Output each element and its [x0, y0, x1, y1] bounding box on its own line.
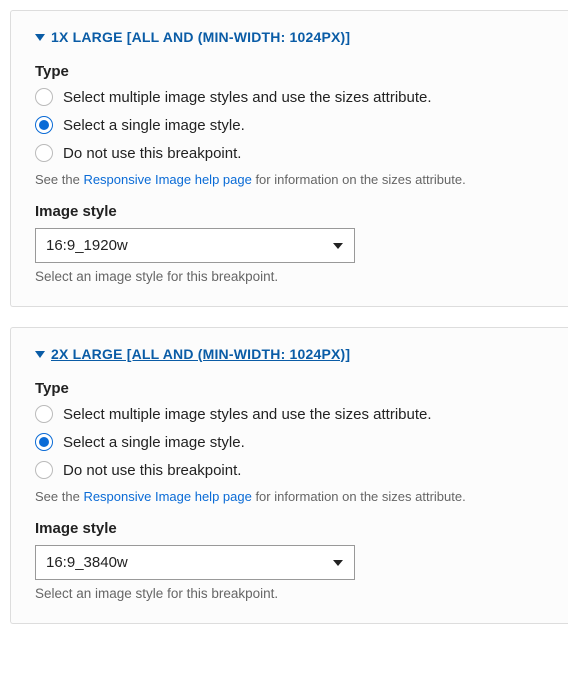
radio-label: Select multiple image styles and use the…	[63, 89, 432, 106]
radio-label: Select a single image style.	[63, 434, 245, 451]
breakpoint-panel-2x: 2X LARGE [ALL AND (MIN-WIDTH: 1024PX)] T…	[10, 327, 568, 624]
panel-header-2x[interactable]: 2X LARGE [ALL AND (MIN-WIDTH: 1024PX)]	[35, 346, 544, 362]
radio-label: Select multiple image styles and use the…	[63, 406, 432, 423]
image-style-label: Image style	[35, 520, 544, 537]
disclosure-triangle-icon	[35, 351, 45, 358]
radio-single-style[interactable]: Select a single image style.	[35, 433, 544, 451]
image-style-select[interactable]: 16:9_1920w	[35, 228, 355, 263]
radio-icon	[35, 461, 53, 479]
disclosure-triangle-icon	[35, 34, 45, 41]
radio-icon	[35, 405, 53, 423]
radio-icon	[35, 88, 53, 106]
panel-title: 1X LARGE [ALL AND (MIN-WIDTH: 1024PX)]	[51, 29, 350, 45]
radio-label: Select a single image style.	[63, 117, 245, 134]
image-style-select-wrap: 16:9_3840w	[35, 545, 355, 580]
radio-icon	[35, 433, 53, 451]
help-text: See the Responsive Image help page for i…	[35, 489, 544, 504]
radio-label: Do not use this breakpoint.	[63, 462, 241, 479]
help-link[interactable]: Responsive Image help page	[83, 489, 251, 504]
help-prefix: See the	[35, 172, 83, 187]
panel-header-1x[interactable]: 1X LARGE [ALL AND (MIN-WIDTH: 1024PX)]	[35, 29, 544, 45]
radio-no-breakpoint[interactable]: Do not use this breakpoint.	[35, 461, 544, 479]
image-style-select[interactable]: 16:9_3840w	[35, 545, 355, 580]
radio-icon	[35, 144, 53, 162]
image-style-select-wrap: 16:9_1920w	[35, 228, 355, 263]
image-style-desc: Select an image style for this breakpoin…	[35, 586, 544, 601]
help-suffix: for information on the sizes attribute.	[252, 172, 466, 187]
image-style-desc: Select an image style for this breakpoin…	[35, 269, 544, 284]
radio-multiple-styles[interactable]: Select multiple image styles and use the…	[35, 405, 544, 423]
image-style-label: Image style	[35, 203, 544, 220]
help-text: See the Responsive Image help page for i…	[35, 172, 544, 187]
radio-label: Do not use this breakpoint.	[63, 145, 241, 162]
type-label: Type	[35, 63, 544, 80]
radio-no-breakpoint[interactable]: Do not use this breakpoint.	[35, 144, 544, 162]
radio-single-style[interactable]: Select a single image style.	[35, 116, 544, 134]
panel-title: 2X LARGE [ALL AND (MIN-WIDTH: 1024PX)]	[51, 346, 350, 362]
radio-multiple-styles[interactable]: Select multiple image styles and use the…	[35, 88, 544, 106]
radio-icon	[35, 116, 53, 134]
type-label: Type	[35, 380, 544, 397]
help-link[interactable]: Responsive Image help page	[83, 172, 251, 187]
help-suffix: for information on the sizes attribute.	[252, 489, 466, 504]
help-prefix: See the	[35, 489, 83, 504]
breakpoint-panel-1x: 1X LARGE [ALL AND (MIN-WIDTH: 1024PX)] T…	[10, 10, 568, 307]
